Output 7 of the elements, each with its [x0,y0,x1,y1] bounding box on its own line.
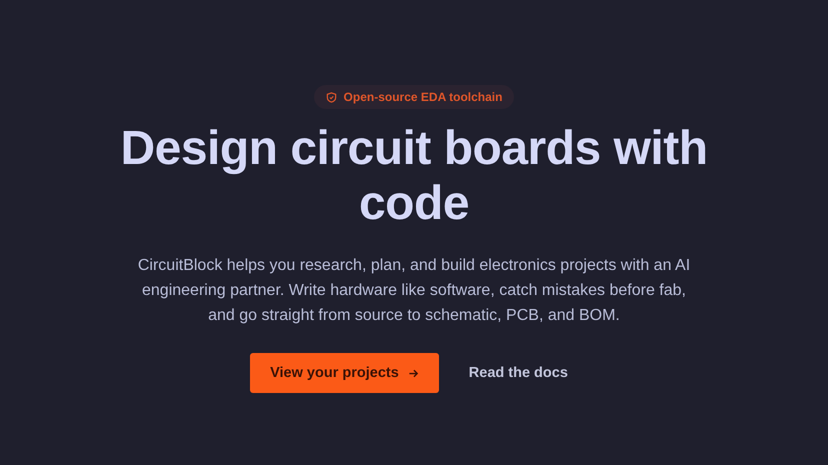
badge-label: Open-source EDA toolchain [344,90,502,104]
view-projects-button[interactable]: View your projects [250,353,439,393]
hero-heading: Design circuit boards with code [119,121,709,231]
docs-link[interactable]: Read the docs [468,353,568,393]
shield-icon [326,92,337,102]
hero-description: CircuitBlock helps you research, plan, and build electronics projects with an AI engineering partner. Write hardware like software, catch mistakes before fab, and go straight from source to schematic, PCB, and BOM. [136,256,692,326]
arrow-right-icon [408,368,419,378]
